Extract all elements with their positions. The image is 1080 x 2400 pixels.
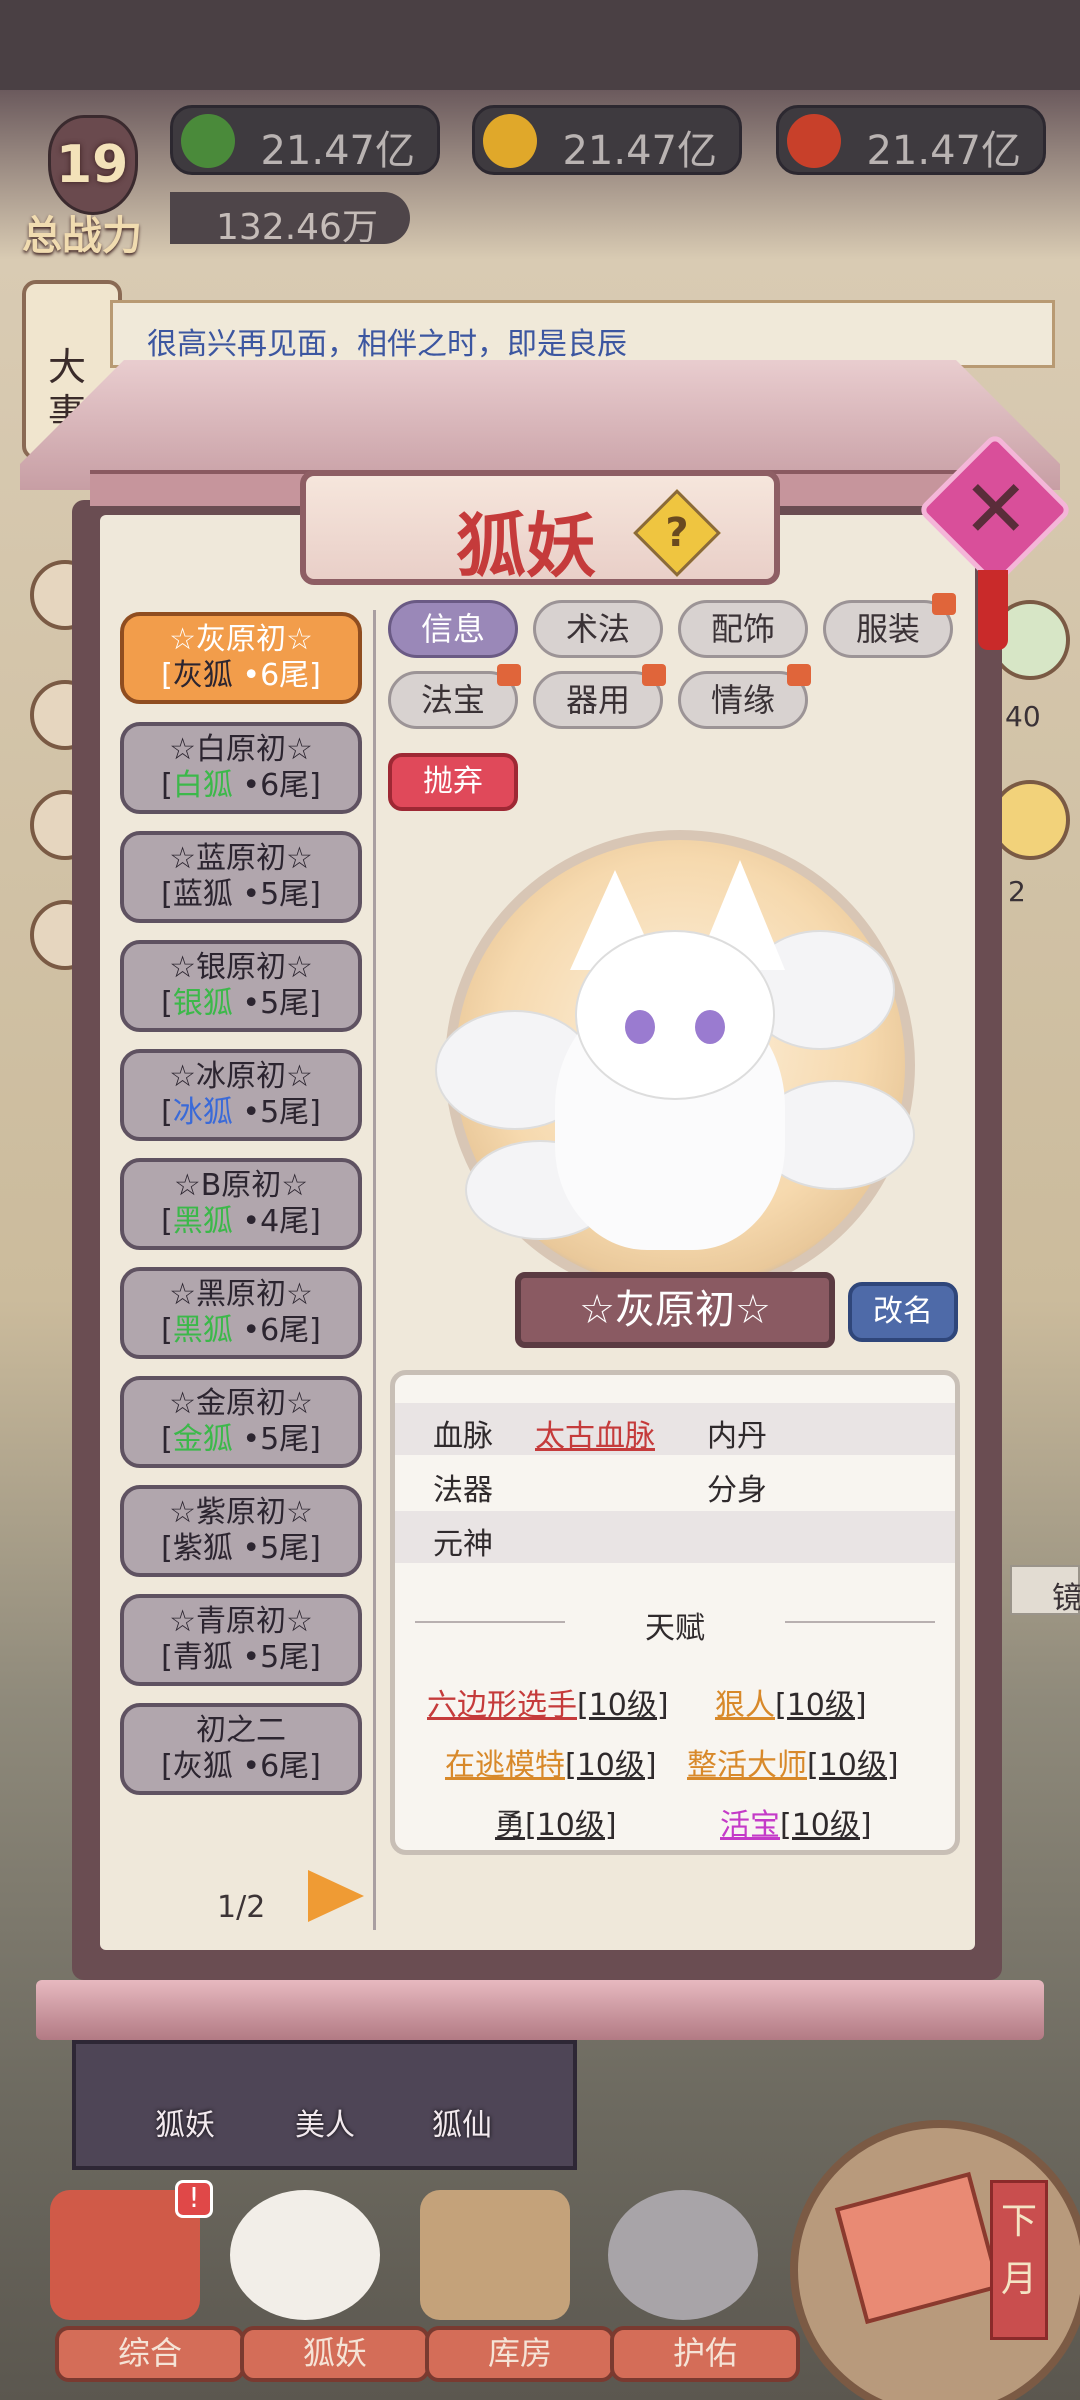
notification-dot-icon: [932, 593, 956, 615]
game-screen: { "resources": [ {"icon": "green-leaf-ic…: [0, 0, 1080, 2400]
fox-portrait: [435, 830, 915, 1300]
total-power-value: 132.46万: [170, 192, 410, 248]
next-month-button[interactable]: 下月: [990, 2180, 1048, 2340]
resource-counter-2[interactable]: 21.47亿: [472, 105, 742, 175]
nav-fox[interactable]: 狐妖: [240, 2326, 430, 2382]
red-fruit-icon: [787, 114, 841, 168]
right-peek-count-2: 2: [1008, 875, 1026, 908]
tab-spells[interactable]: 术法: [533, 600, 663, 658]
talent-header: 天赋: [645, 1611, 705, 1646]
tab-info[interactable]: 信息: [388, 600, 518, 658]
notification-dot-icon: [787, 664, 811, 686]
next-page-arrow-icon[interactable]: [308, 1870, 364, 1922]
fox-head: [575, 930, 775, 1100]
fox-list-item[interactable]: ☆灰原初☆ [灰狐 •6尾]: [120, 612, 362, 704]
tab-outfit[interactable]: 服装: [823, 593, 956, 658]
right-peek-label[interactable]: 镜: [1010, 1565, 1080, 1616]
talent-item[interactable]: 狠人[10级]: [715, 1680, 867, 1724]
page-indicator: 1/2: [217, 1890, 266, 1925]
panel-title-plate: 狐妖 ?: [300, 470, 780, 587]
fox-list-item[interactable]: ☆蓝原初☆ [蓝狐 •5尾]: [120, 831, 362, 923]
calendar-icon: [834, 2171, 1002, 2325]
discard-button[interactable]: 抛弃: [388, 753, 518, 811]
right-peek-count-1: 40: [1005, 700, 1041, 733]
tab-accessories[interactable]: 配饰: [678, 600, 808, 658]
green-leaf-icon: [181, 114, 235, 168]
fox-list-item[interactable]: ☆紫原初☆ [紫狐 •5尾]: [120, 1485, 362, 1577]
resource-counter-3[interactable]: 21.47亿: [776, 105, 1046, 175]
fox-name-plate: ☆灰原初☆: [515, 1272, 835, 1348]
notification-dot-icon: [497, 664, 521, 686]
tassel-decoration: [978, 570, 1008, 650]
player-level-badge[interactable]: 19 总战力: [18, 95, 168, 259]
nav-general[interactable]: 综合: [55, 2326, 245, 2382]
subtab-immortal[interactable]: 狐仙: [432, 2100, 492, 2144]
talent-item[interactable]: 整活大师[10级]: [687, 1740, 899, 1784]
lotus-lock-icon[interactable]: [608, 2190, 758, 2320]
talent-item[interactable]: 六边形选手[10级]: [427, 1680, 669, 1724]
nav-storage[interactable]: 库房: [425, 2326, 615, 2382]
nav-protect[interactable]: 护佑: [610, 2326, 800, 2382]
rename-button[interactable]: 改名: [848, 1282, 958, 1342]
talent-item[interactable]: 活宝[10级]: [720, 1800, 872, 1844]
talent-item[interactable]: 在逃模特[10级]: [445, 1740, 657, 1784]
tab-affinity[interactable]: 情缘: [678, 664, 811, 729]
fox-list-item[interactable]: 初之二 [灰狐 •6尾]: [120, 1703, 362, 1795]
fox-list-item[interactable]: ☆B原初☆ [黑狐 •4尾]: [120, 1158, 362, 1250]
fox-list-item[interactable]: ☆银原初☆ [银狐 •5尾]: [120, 940, 362, 1032]
talent-item[interactable]: 勇[10级]: [495, 1800, 617, 1844]
tab-utensils[interactable]: 器用: [533, 664, 666, 729]
right-peek-item-2[interactable]: [990, 780, 1070, 860]
fox-list-item[interactable]: ☆冰原初☆ [冰狐 •5尾]: [120, 1049, 362, 1141]
panel-floor: [36, 1980, 1044, 2040]
subtab-beauty[interactable]: 美人: [295, 2100, 355, 2144]
gold-bag-icon: [483, 114, 537, 168]
fox-mask-icon[interactable]: [230, 2190, 380, 2320]
tab-treasure[interactable]: 法宝: [388, 664, 521, 729]
help-icon[interactable]: ?: [633, 489, 721, 577]
fox-list-item[interactable]: ☆白原初☆ [白狐 •6尾]: [120, 722, 362, 814]
info-row-spirit: 元神: [395, 1511, 955, 1563]
info-row-bloodline: 血脉 太古血脉 内丹: [395, 1403, 955, 1455]
list-divider: [373, 610, 376, 1930]
fox-info-box[interactable]: 血脉 太古血脉 内丹 法器 分身 元神 天赋 六边形选手[10级] 狠人[10级…: [390, 1370, 960, 1855]
storage-icon[interactable]: [420, 2190, 570, 2320]
fox-list-item[interactable]: ☆青原初☆ [青狐 •5尾]: [120, 1594, 362, 1686]
alert-badge: !: [175, 2180, 213, 2218]
fox-eye: [695, 1010, 725, 1044]
info-row-artifact: 法器 分身: [433, 1473, 767, 1508]
fox-list-item[interactable]: ☆黑原初☆ [黑狐 •6尾]: [120, 1267, 362, 1359]
notification-dot-icon: [642, 664, 666, 686]
message-bar: 很高兴再见面，相伴之时，即是良辰: [110, 300, 1055, 368]
panel-title: 狐妖: [456, 504, 596, 587]
fox-list-item[interactable]: ☆金原初☆ [金狐 •5尾]: [120, 1376, 362, 1468]
fox-eye: [625, 1010, 655, 1044]
subtab-fox[interactable]: 狐妖: [155, 2100, 215, 2144]
resource-counter-1[interactable]: 21.47亿: [170, 105, 440, 175]
